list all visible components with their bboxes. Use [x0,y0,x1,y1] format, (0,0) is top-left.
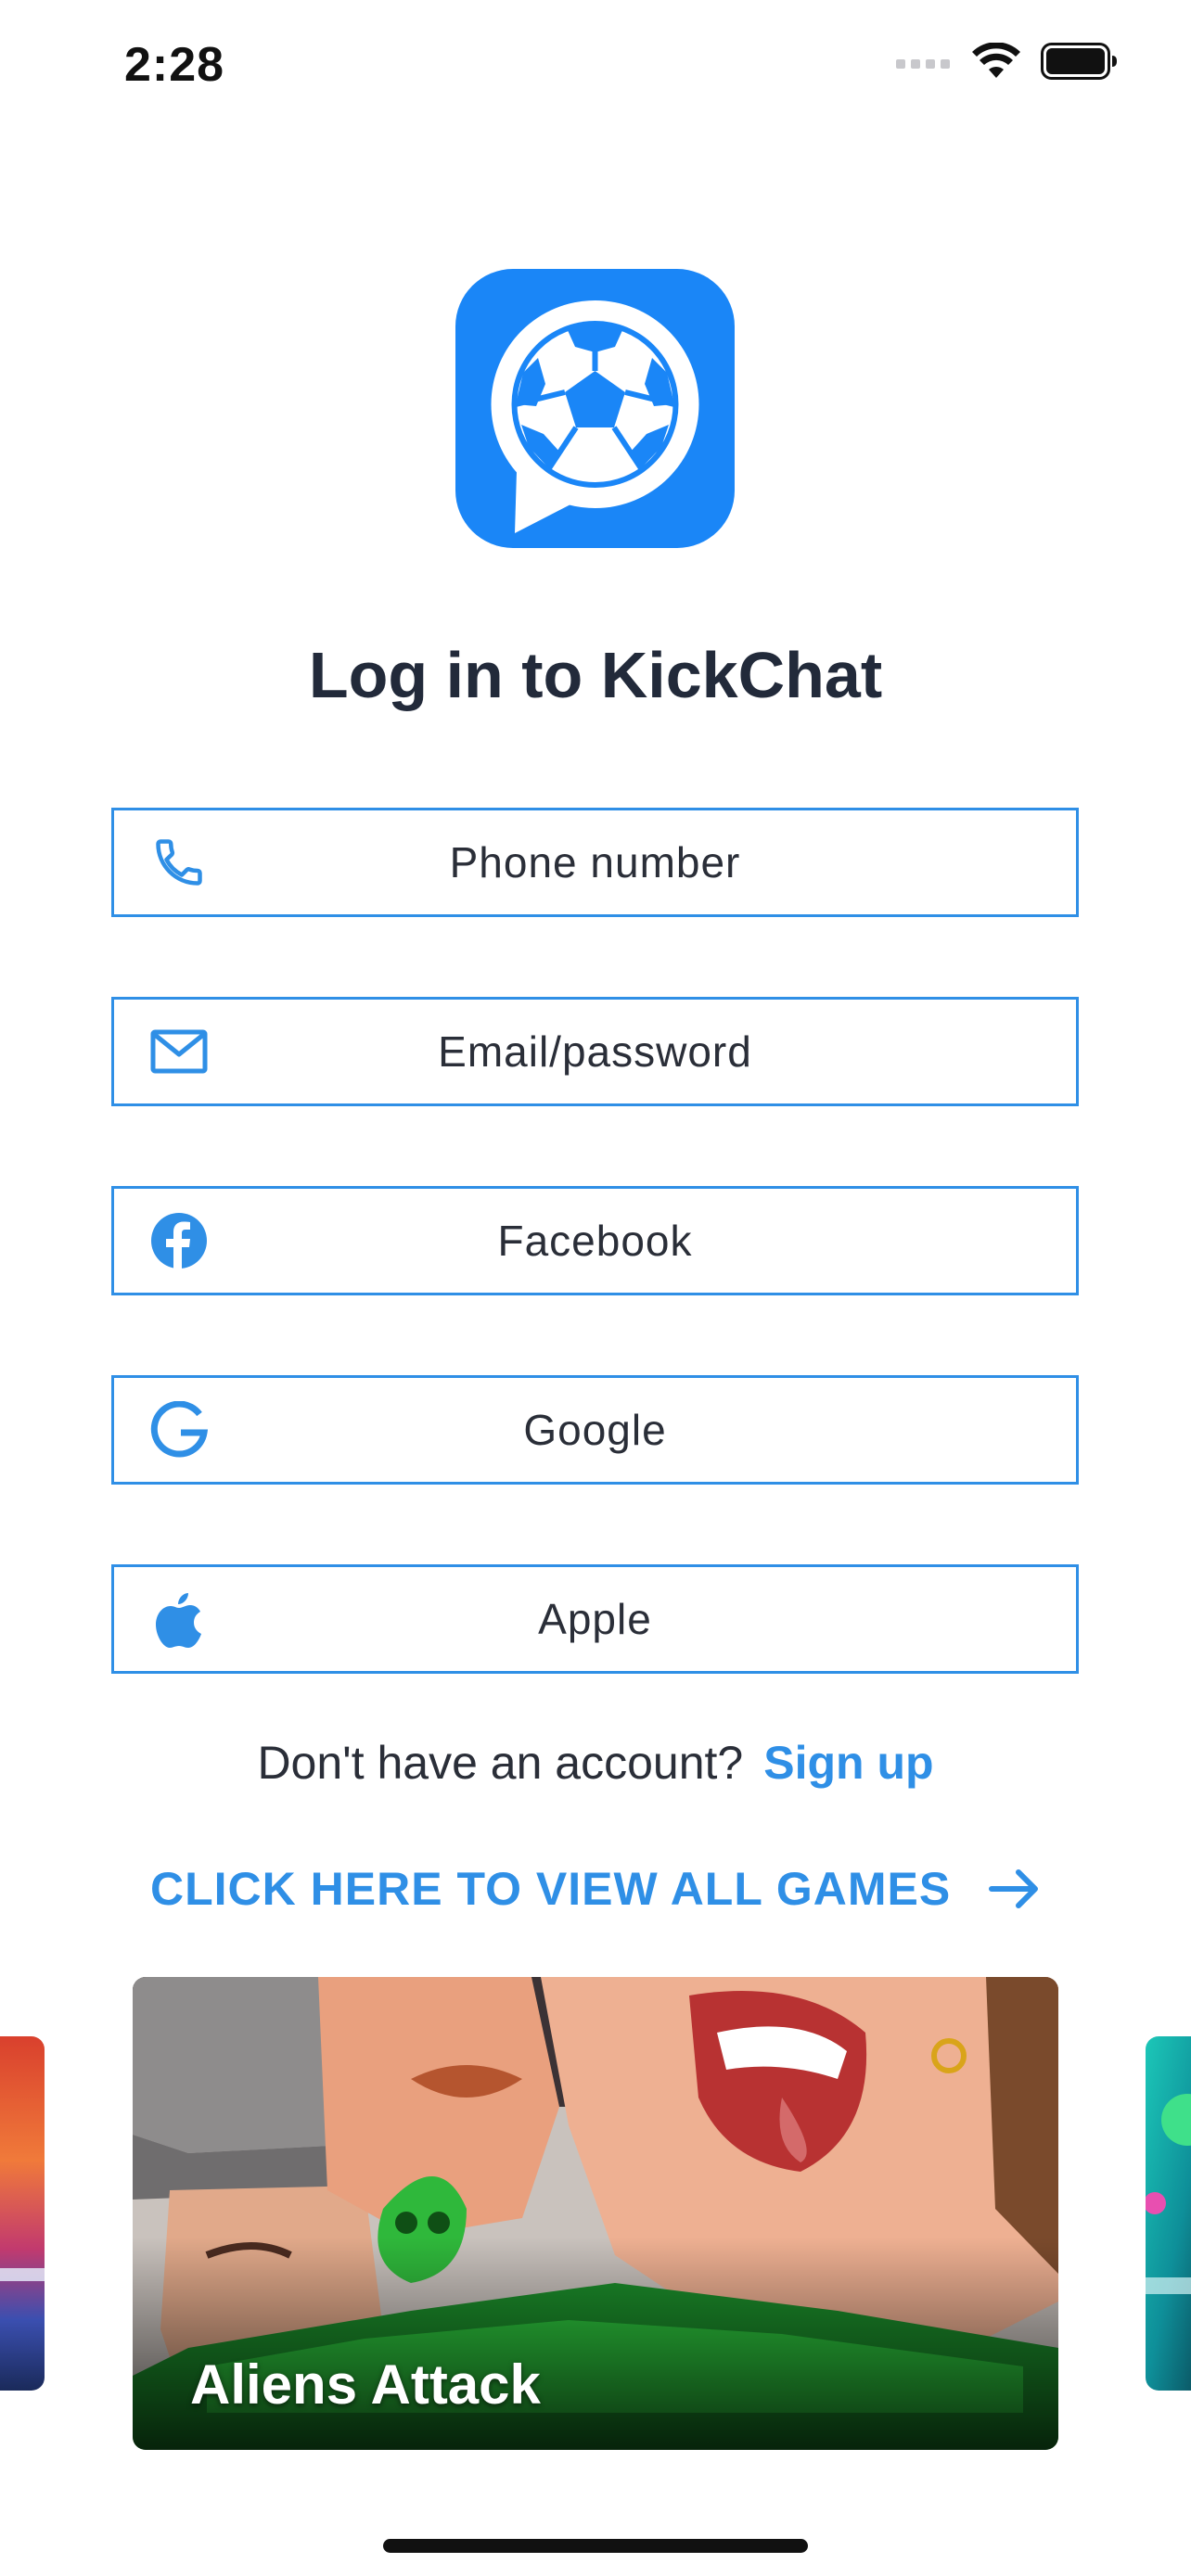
phone-icon [149,833,209,892]
arrow-right-icon [989,1869,1038,1908]
google-icon [149,1400,209,1460]
game-card-previous[interactable] [0,2036,45,2391]
google-login-label: Google [523,1406,667,1454]
game-card-next[interactable] [1146,2036,1191,2391]
view-all-games-link[interactable]: CLICK HERE TO VIEW ALL GAMES [150,1855,1041,1923]
wifi-icon [972,43,1020,78]
signup-prompt: Don't have an account? [257,1737,744,1789]
signup-link[interactable]: Sign up [763,1737,933,1789]
status-bar: 2:28 [0,0,1191,130]
apple-login-label: Apple [538,1595,652,1643]
facebook-icon [149,1211,209,1270]
status-time: 2:28 [124,38,225,92]
status-icons [896,43,1117,80]
signup-row: Don't have an account? Sign up [0,1736,1191,1790]
view-all-games-label: CLICK HERE TO VIEW ALL GAMES [150,1863,952,1915]
game-card-featured[interactable]: Aliens Attack [133,1977,1058,2450]
apple-login-button[interactable]: Apple [111,1564,1079,1674]
phone-login-label: Phone number [449,838,741,886]
game-thumbnail-image [1146,2036,1191,2391]
mail-icon [149,1022,209,1081]
email-login-label: Email/password [438,1027,752,1076]
email-login-button[interactable]: Email/password [111,997,1079,1106]
battery-icon [1041,43,1117,80]
facebook-login-button[interactable]: Facebook [111,1186,1079,1295]
google-login-button[interactable]: Google [111,1375,1079,1485]
soccer-chat-logo-icon [455,269,735,548]
kickchat-logo [455,269,735,548]
game-card-title: Aliens Attack [190,2353,541,2416]
facebook-login-label: Facebook [497,1217,693,1265]
cellular-signal-icon [896,59,950,69]
apple-icon [149,1589,209,1649]
home-indicator[interactable] [383,2539,808,2553]
game-thumbnail-image [0,2036,45,2391]
page-title: Log in to KickChat [308,639,883,711]
phone-login-button[interactable]: Phone number [111,808,1079,917]
